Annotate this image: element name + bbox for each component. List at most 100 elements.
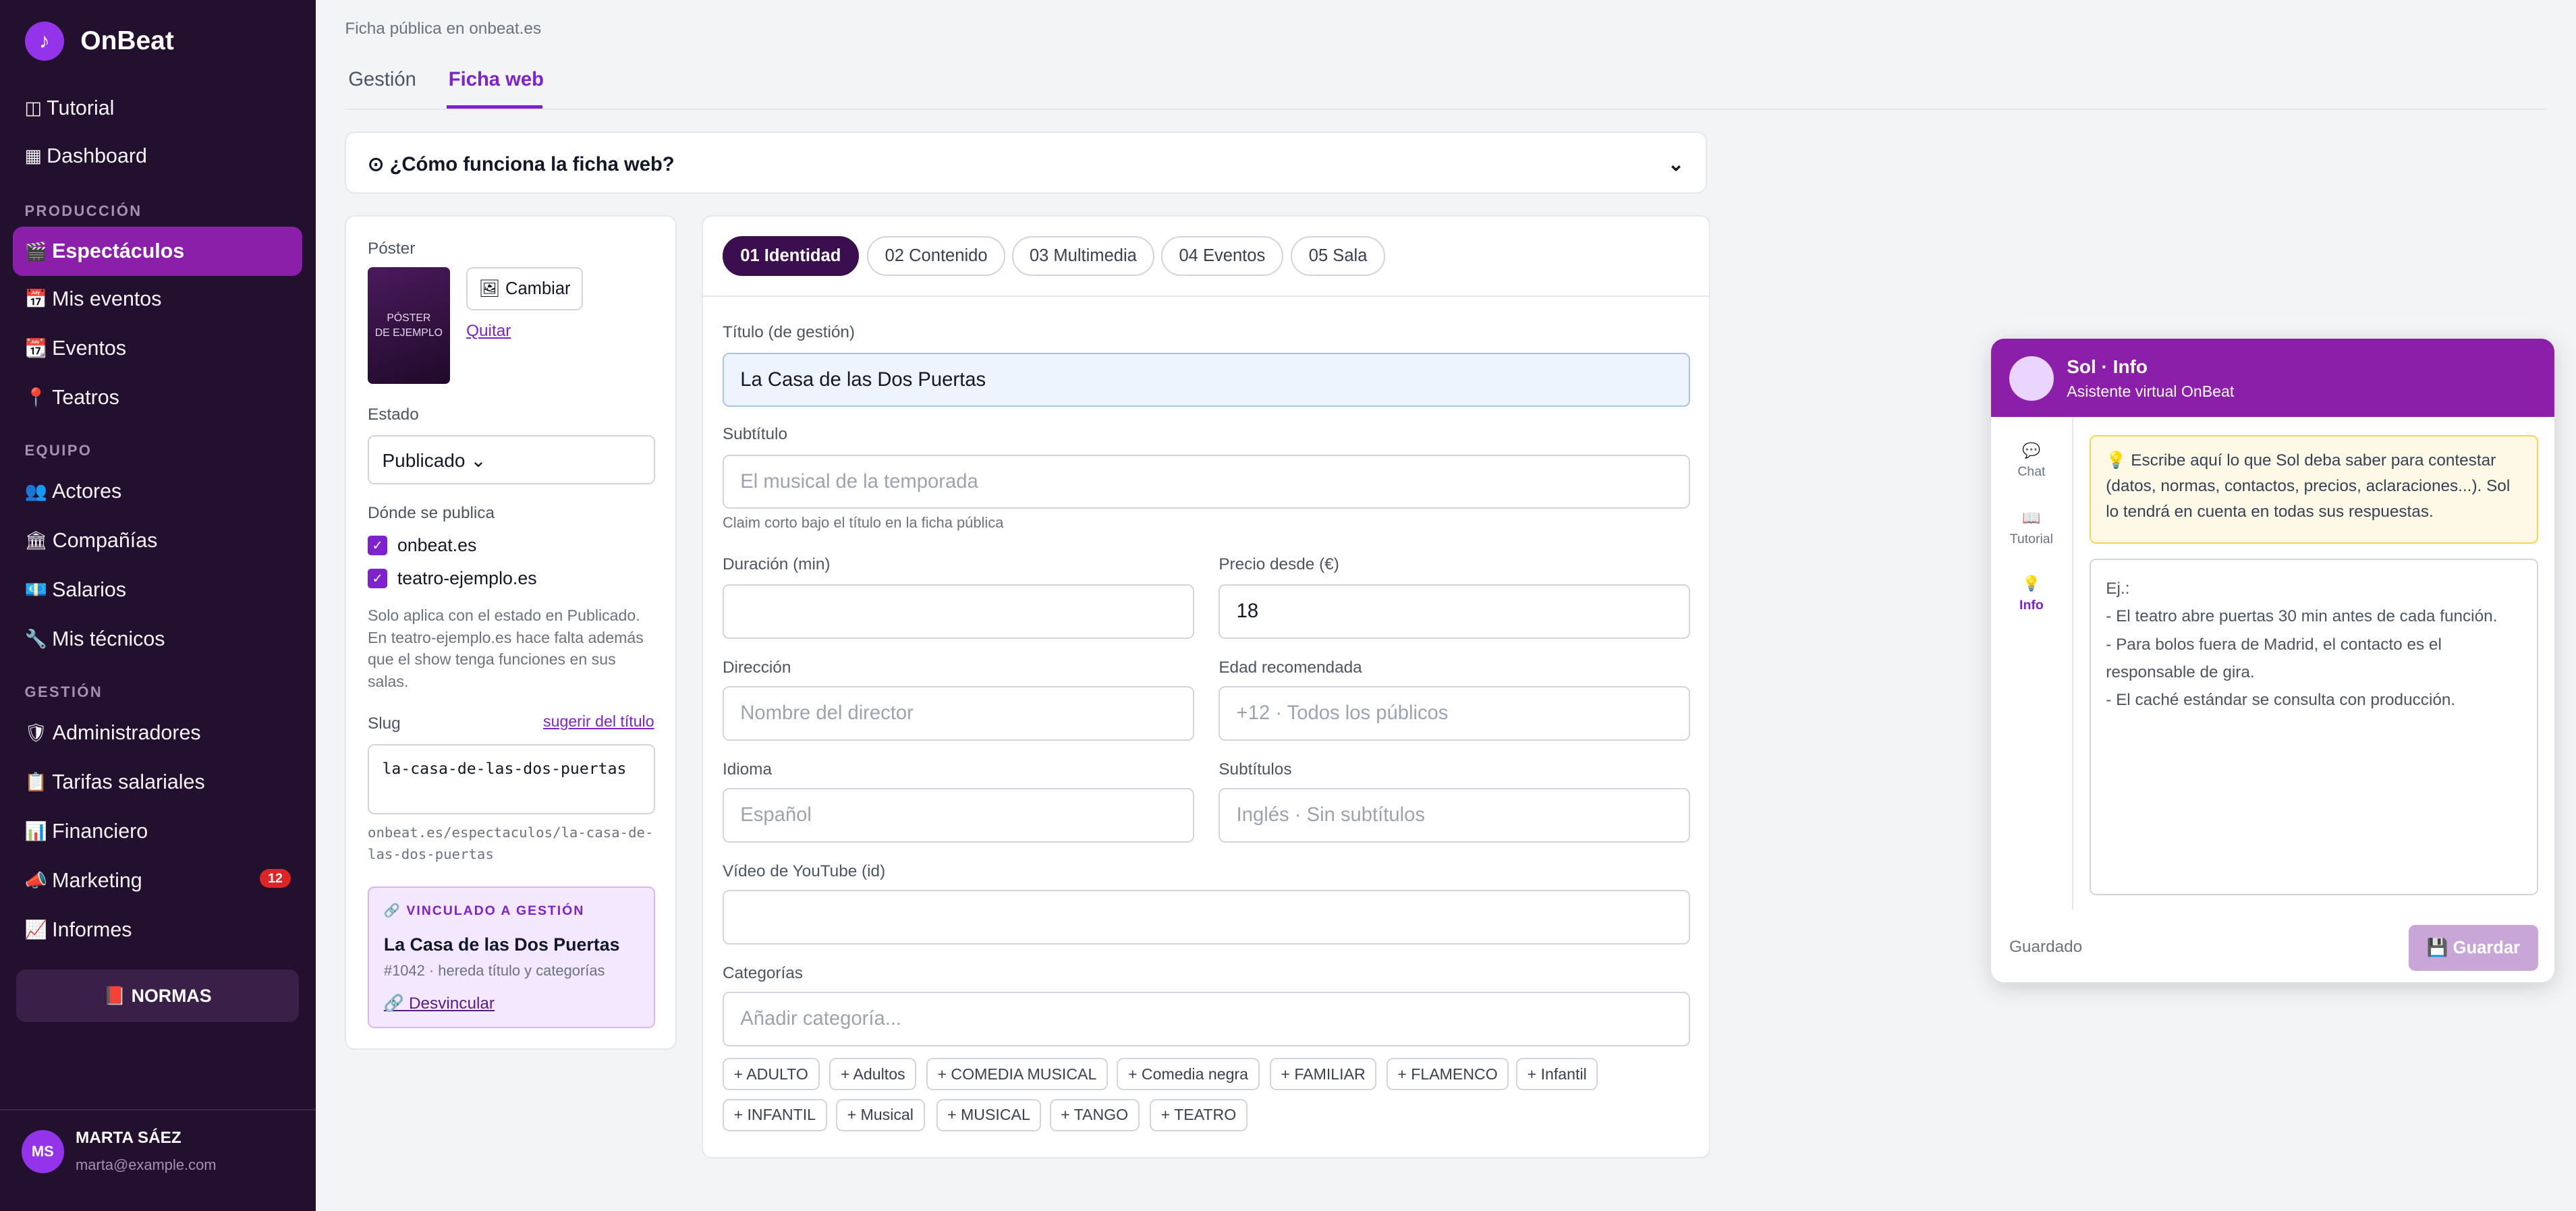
category-chip[interactable]: + Comedia negra — [1117, 1057, 1260, 1091]
dashboard-icon: ▦ — [24, 145, 42, 166]
step-tab-identidad[interactable]: 01 Identidad — [722, 236, 859, 276]
category-chip[interactable]: + Infantil — [1516, 1057, 1598, 1091]
sidebar-item-companias[interactable]: 🏛 Compañías — [13, 516, 302, 565]
tab-ficha-web[interactable]: Ficha web — [449, 69, 544, 91]
category-chip[interactable]: + Adultos — [829, 1057, 917, 1091]
step-tab-multimedia[interactable]: 03 Multimedia — [1011, 236, 1155, 276]
poster-label: Póster — [367, 240, 416, 258]
subtitulos-input[interactable]: Inglés · Sin subtítulos — [1219, 788, 1691, 843]
sidebar-item-mis-tecnicos[interactable]: 🔧 Mis técnicos — [13, 615, 302, 664]
remove-poster-link[interactable]: Quitar — [466, 322, 511, 341]
assistant-title: Sol · Info — [2067, 356, 2148, 378]
checkbox-checked[interactable]: ✓ — [367, 568, 388, 589]
save-button[interactable]: 💾 Guardar — [2408, 924, 2539, 971]
direccion-label: Dirección — [722, 658, 791, 677]
slug-input[interactable]: la-casa-de-las-dos-puertas — [367, 743, 656, 815]
sidebar-item-espectaculos[interactable]: 🎬 Espectáculos — [13, 227, 303, 277]
sidebar-item-label: Actores — [52, 479, 122, 503]
unlink-link[interactable]: 🔗 Desvincular — [384, 993, 495, 1013]
sidebar-item-tutorial[interactable]: ◫ Tutorial — [13, 84, 302, 133]
building-icon: 🏛 — [24, 530, 48, 551]
titulo-label: Título (de gestión) — [722, 323, 856, 342]
youtube-input[interactable] — [722, 890, 1691, 945]
suggest-slug-link[interactable]: sugerir del título — [543, 712, 654, 731]
duracion-input[interactable] — [722, 584, 1194, 639]
assistant-tab-info[interactable]: 💡 Info — [1991, 575, 2071, 613]
sidebar-item-tarifas[interactable]: 📋 Tarifas salariales — [13, 758, 302, 807]
sidebar-item-label: Salarios — [52, 578, 127, 601]
assistant-tab-tutorial[interactable]: 📖 Tutorial — [1991, 509, 2071, 547]
step-tab-sala[interactable]: 05 Sala — [1291, 236, 1385, 276]
channel-onbeat[interactable]: ✓ onbeat.es — [367, 535, 477, 556]
categorias-input[interactable]: Añadir categoría... — [722, 992, 1691, 1046]
assistant-tab-label: Info — [2019, 597, 2044, 613]
sidebar-item-mis-eventos[interactable]: 📅 Mis eventos — [13, 275, 302, 324]
sidebar-item-actores[interactable]: 👥 Actores — [13, 467, 302, 516]
channel-label: onbeat.es — [397, 535, 477, 556]
shield-icon: 🛡 — [24, 723, 48, 743]
sidebar-item-informes[interactable]: 📈 Informes — [13, 905, 302, 955]
titulo-input[interactable]: La Casa de las Dos Puertas — [722, 353, 1691, 407]
step-tab-eventos[interactable]: 04 Eventos — [1161, 236, 1283, 276]
music-note-icon: ♪ — [24, 21, 64, 61]
wrench-icon: 🔧 — [24, 629, 47, 650]
textarea-line: - El teatro abre puertas 30 min antes de… — [2106, 607, 2498, 626]
sidebar-item-teatros[interactable]: 📍 Teatros — [13, 373, 302, 422]
breadcrumb: Ficha pública en onbeat.es — [345, 20, 542, 38]
sidebar-item-dashboard[interactable]: ▦ Dashboard — [13, 132, 302, 181]
category-chip[interactable]: + COMEDIA MUSICAL — [926, 1057, 1108, 1091]
category-chip[interactable]: + TEATRO — [1150, 1098, 1248, 1132]
step-tab-contenido[interactable]: 02 Contenido — [867, 236, 1005, 276]
assistant-subtitle: Asistente virtual OnBeat — [2067, 383, 2235, 401]
precio-input[interactable]: 18 — [1219, 584, 1691, 639]
assistant-info-textarea[interactable]: Ej.: - El teatro abre puertas 30 min ant… — [2090, 558, 2539, 896]
assistant-tab-chat[interactable]: 💬 Chat — [1991, 442, 2071, 480]
tab-bar: Gestión Ficha web — [345, 56, 2547, 110]
save-status: Guardado — [2009, 938, 2083, 957]
category-chip[interactable]: + MUSICAL — [936, 1098, 1042, 1132]
sidebar-item-eventos[interactable]: 📆 Eventos — [13, 324, 302, 373]
sidebar-item-salarios[interactable]: 💶 Salarios — [13, 565, 302, 615]
category-chip[interactable]: + FLAMENCO — [1386, 1057, 1509, 1091]
brand[interactable]: ♪ OnBeat — [24, 21, 174, 61]
textarea-line: Ej.: — [2106, 579, 2130, 598]
help-accordion[interactable]: ⊙ ¿Cómo funciona la ficha web? ⌄ — [345, 131, 1707, 194]
poster-settings-card: Póster PÓSTER DE EJEMPLO 🖼 Cambiar Quitar… — [345, 215, 677, 1050]
category-chip[interactable]: + FAMILIAR — [1269, 1057, 1377, 1091]
user-name: MARTA SÁEZ — [76, 1128, 181, 1147]
assistant-tab-label: Tutorial — [2009, 532, 2053, 547]
tab-gestion[interactable]: Gestión — [348, 69, 416, 91]
user-email: marta@example.com — [76, 1156, 217, 1174]
assistant-tab-label: Chat — [2017, 464, 2046, 480]
category-chip[interactable]: + TANGO — [1049, 1098, 1140, 1132]
sidebar-item-financiero[interactable]: 📊 Financiero — [13, 807, 302, 856]
change-poster-button[interactable]: 🖼 Cambiar — [466, 267, 583, 310]
sidebar-item-marketing[interactable]: 📣 Marketing 12 — [13, 856, 302, 905]
notification-badge: 12 — [259, 869, 291, 888]
edad-input[interactable]: +12 · Todos los públicos — [1219, 686, 1691, 741]
lightbulb-icon: 💡 — [2022, 575, 2041, 592]
idioma-input[interactable]: Español — [722, 788, 1194, 843]
subtitulo-input[interactable]: El musical de la temporada — [722, 455, 1691, 509]
estado-select[interactable]: Publicado ⌄ — [367, 434, 656, 484]
assistant-header: Sol · Info Asistente virtual OnBeat — [1991, 338, 2555, 418]
linked-management-box: 🔗 VINCULADO A GESTIÓN La Casa de las Dos… — [367, 886, 656, 1028]
category-chip[interactable]: + INFANTIL — [722, 1098, 827, 1132]
avatar[interactable]: MS — [21, 1130, 64, 1173]
euro-banknote-icon: 💶 — [24, 580, 47, 600]
direccion-input[interactable]: Nombre del director — [722, 686, 1194, 741]
category-chip[interactable]: + ADULTO — [722, 1057, 820, 1091]
line-chart-icon: 📈 — [24, 920, 47, 940]
category-chip[interactable]: + Musical — [835, 1098, 925, 1132]
sidebar-item-label: Espectáculos — [52, 240, 185, 263]
subtitulo-label: Subtítulo — [722, 425, 787, 444]
sidebar-item-administradores[interactable]: 🛡 Administradores — [13, 708, 302, 757]
channel-teatro[interactable]: ✓ teatro-ejemplo.es — [367, 568, 537, 589]
sidebar-item-label: Informes — [52, 918, 132, 941]
precio-label: Precio desde (€) — [1219, 555, 1339, 573]
section-produccion: PRODUCCIÓN — [24, 202, 142, 219]
checkbox-checked[interactable]: ✓ — [367, 536, 388, 556]
normas-button[interactable]: 📕 NORMAS — [16, 969, 300, 1022]
chevron-down-icon: ⌄ — [1667, 154, 1685, 176]
linked-tag: 🔗 VINCULADO A GESTIÓN — [383, 903, 585, 919]
